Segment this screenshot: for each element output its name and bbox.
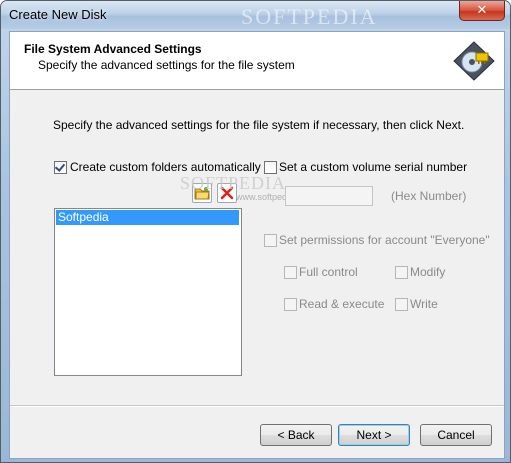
permissions-label[interactable]: Set permissions for account "Everyone" — [279, 233, 490, 247]
cancel-button[interactable]: Cancel — [420, 424, 492, 446]
close-icon: ✕ — [476, 2, 488, 17]
page-subtitle: Specify the advanced settings for the fi… — [38, 58, 295, 72]
hex-number-hint: (Hex Number) — [391, 189, 467, 203]
window-frame: Create New Disk SOFTPEDIA ✕ File System … — [0, 0, 511, 463]
create-folders-checkbox[interactable] — [54, 161, 67, 174]
create-folders-label[interactable]: Create custom folders automatically — [70, 160, 261, 174]
custom-serial-checkbox[interactable] — [264, 161, 277, 174]
instructions-text: Specify the advanced settings for the fi… — [53, 118, 465, 132]
window-title: Create New Disk — [9, 7, 107, 22]
read-execute-label[interactable]: Read & execute — [299, 297, 384, 311]
serial-number-input[interactable] — [285, 186, 373, 206]
watermark: SOFTPEDIA — [241, 4, 378, 29]
custom-serial-label[interactable]: Set a custom volume serial number — [279, 160, 467, 174]
full-control-label[interactable]: Full control — [299, 265, 358, 279]
custom-folders-list[interactable]: Softpedia — [54, 208, 242, 376]
title-bar[interactable]: Create New Disk SOFTPEDIA ✕ — [1, 1, 510, 29]
write-checkbox[interactable] — [395, 298, 408, 311]
watermark: SOFTPEDIA — [180, 173, 287, 193]
dialog-client: File System Advanced Settings Specify th… — [9, 31, 505, 459]
permissions-checkbox[interactable] — [264, 234, 277, 247]
close-button[interactable]: ✕ — [459, 1, 505, 21]
modify-label[interactable]: Modify — [410, 265, 445, 279]
wizard-header: File System Advanced Settings Specify th… — [10, 32, 504, 90]
modify-checkbox[interactable] — [395, 266, 408, 279]
full-control-checkbox[interactable] — [284, 266, 297, 279]
footer-divider — [10, 405, 504, 407]
write-label[interactable]: Write — [410, 297, 438, 311]
disk-logo-icon — [453, 41, 495, 81]
list-item[interactable]: Softpedia — [56, 210, 239, 225]
next-button[interactable]: Next > — [338, 424, 410, 446]
page-title: File System Advanced Settings — [24, 42, 202, 56]
back-button[interactable]: < Back — [260, 424, 332, 446]
read-execute-checkbox[interactable] — [284, 298, 297, 311]
